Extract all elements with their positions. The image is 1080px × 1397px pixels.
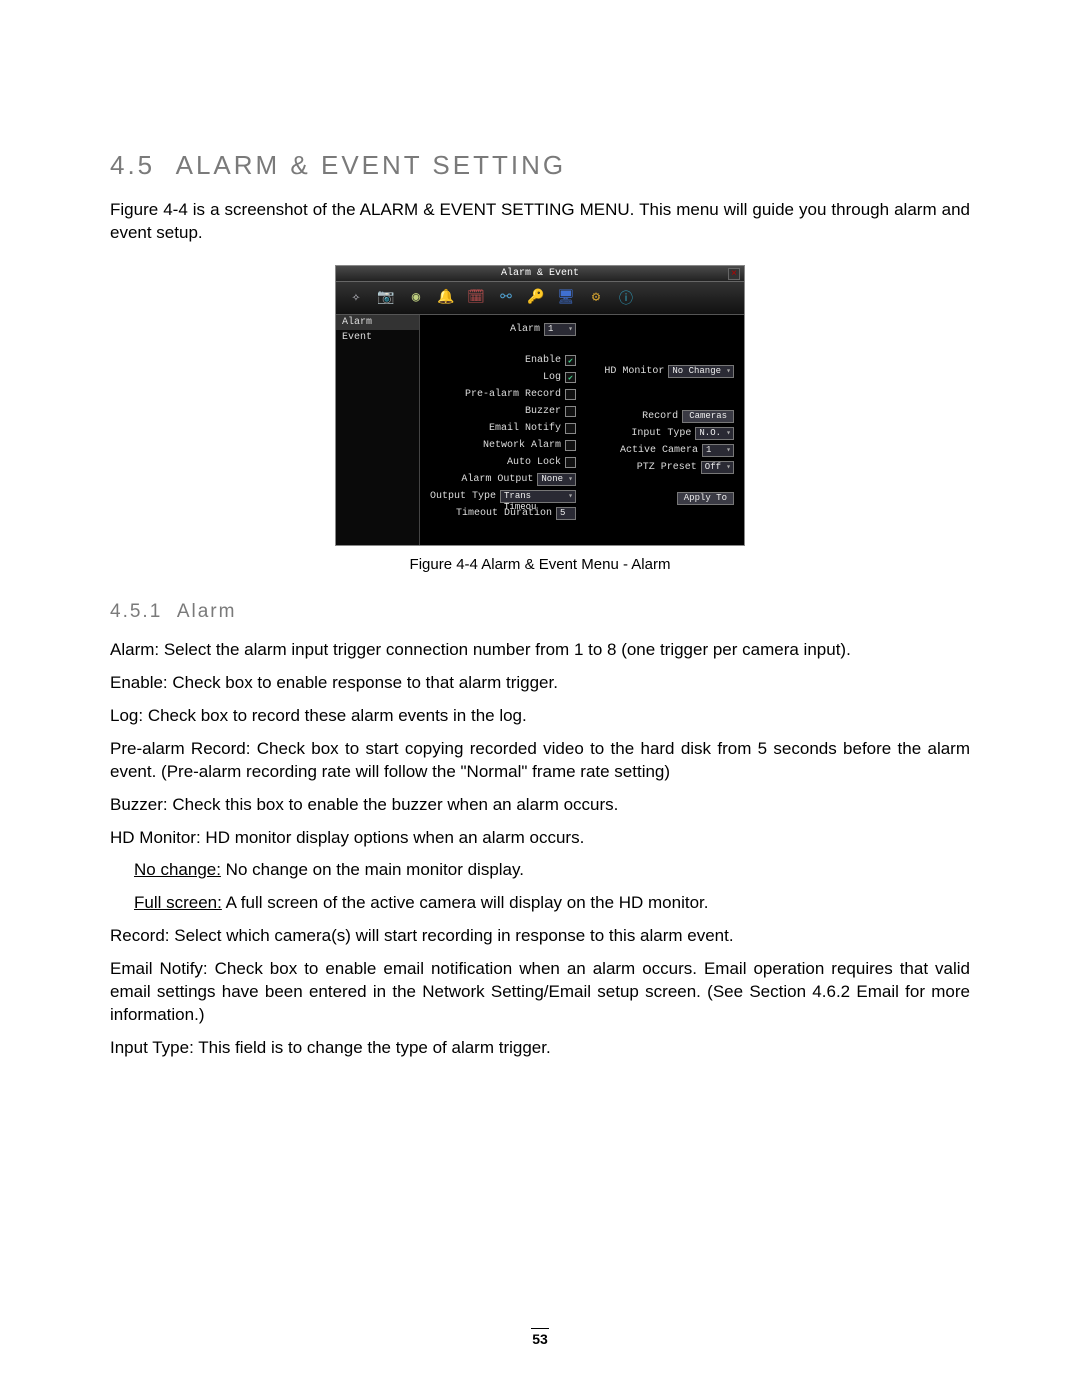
network-icon[interactable]: ⚯ [494,286,518,310]
info-icon[interactable]: ⓘ [614,286,638,310]
field-label: Pre-alarm Record [465,389,561,400]
checkbox[interactable] [565,440,576,451]
field-label: Output Type [430,491,496,502]
intro-paragraph: Figure 4-4 is a screenshot of the ALARM … [110,199,970,245]
button[interactable]: Apply To [677,492,734,505]
field-label: Alarm [510,324,540,335]
page-number: 53 [0,1328,1080,1347]
sidebar-item-alarm[interactable]: Alarm [336,315,419,330]
gear-icon[interactable]: ⚙ [584,286,608,310]
field-label: Record [642,411,678,422]
text-input[interactable]: 5 [556,507,576,520]
wand-icon[interactable]: ✧ [344,286,368,310]
checkbox[interactable]: ✔ [565,355,576,366]
section-title: 4.5 ALARM & EVENT SETTING [110,150,970,181]
field-label: Auto Lock [507,457,561,468]
calendar-icon[interactable]: 🗓 [464,286,488,310]
definitions: Alarm: Select the alarm input trigger co… [110,639,970,1060]
window-title: Alarm & Event [501,268,579,279]
sidebar-item-event[interactable]: Event [336,330,419,345]
figure-caption: Figure 4-4 Alarm & Event Menu - Alarm [110,556,970,573]
checkbox[interactable] [565,423,576,434]
main-panel: Alarm 1 Enable ✔ Log ✔ Pre-alarm Record Buzzer E… [420,315,744,545]
key-icon[interactable]: 🔑 [524,286,548,310]
dropdown[interactable]: N.O. [695,427,734,440]
dropdown[interactable]: Off [701,461,734,474]
field-label: PTZ Preset [637,462,697,473]
dropdown[interactable]: 1 [702,444,734,457]
field-label: Email Notify [489,423,561,434]
checkbox[interactable] [565,457,576,468]
subsection-title: 4.5.1 Alarm [110,601,970,623]
button[interactable]: Cameras [682,410,734,423]
monitor-icon[interactable]: 🖥 [554,286,578,310]
field-label: Buzzer [525,406,561,417]
checkbox[interactable] [565,406,576,417]
field-label: HD Monitor [604,366,664,377]
field-label: Network Alarm [483,440,561,451]
alarm-event-window: Alarm & Event × ✧ 📷 ◉ 🔔 🗓 ⚯ 🔑 🖥 ⚙ ⓘ Alar… [335,265,745,546]
dropdown[interactable]: Trans Timeou [500,490,576,503]
checkbox[interactable] [565,389,576,400]
close-icon[interactable]: × [728,268,740,280]
checkbox[interactable]: ✔ [565,372,576,383]
field-label: Active Camera [620,445,698,456]
sidebar: Alarm Event [336,315,420,545]
toolbar: ✧ 📷 ◉ 🔔 🗓 ⚯ 🔑 🖥 ⚙ ⓘ [336,282,744,315]
bell-icon[interactable]: 🔔 [434,286,458,310]
camera-icon[interactable]: 📷 [374,286,398,310]
field-label: Log [543,372,561,383]
field-label: Input Type [631,428,691,439]
dropdown[interactable]: No Change [668,365,734,378]
field-label: Enable [525,355,561,366]
dropdown[interactable]: 1 [544,323,576,336]
window-titlebar: Alarm & Event × [336,266,744,282]
disc-icon[interactable]: ◉ [404,286,428,310]
figure-container: Alarm & Event × ✧ 📷 ◉ 🔔 🗓 ⚯ 🔑 🖥 ⚙ ⓘ Alar… [110,265,970,546]
field-label: Alarm Output [461,474,533,485]
dropdown[interactable]: None [537,473,576,486]
